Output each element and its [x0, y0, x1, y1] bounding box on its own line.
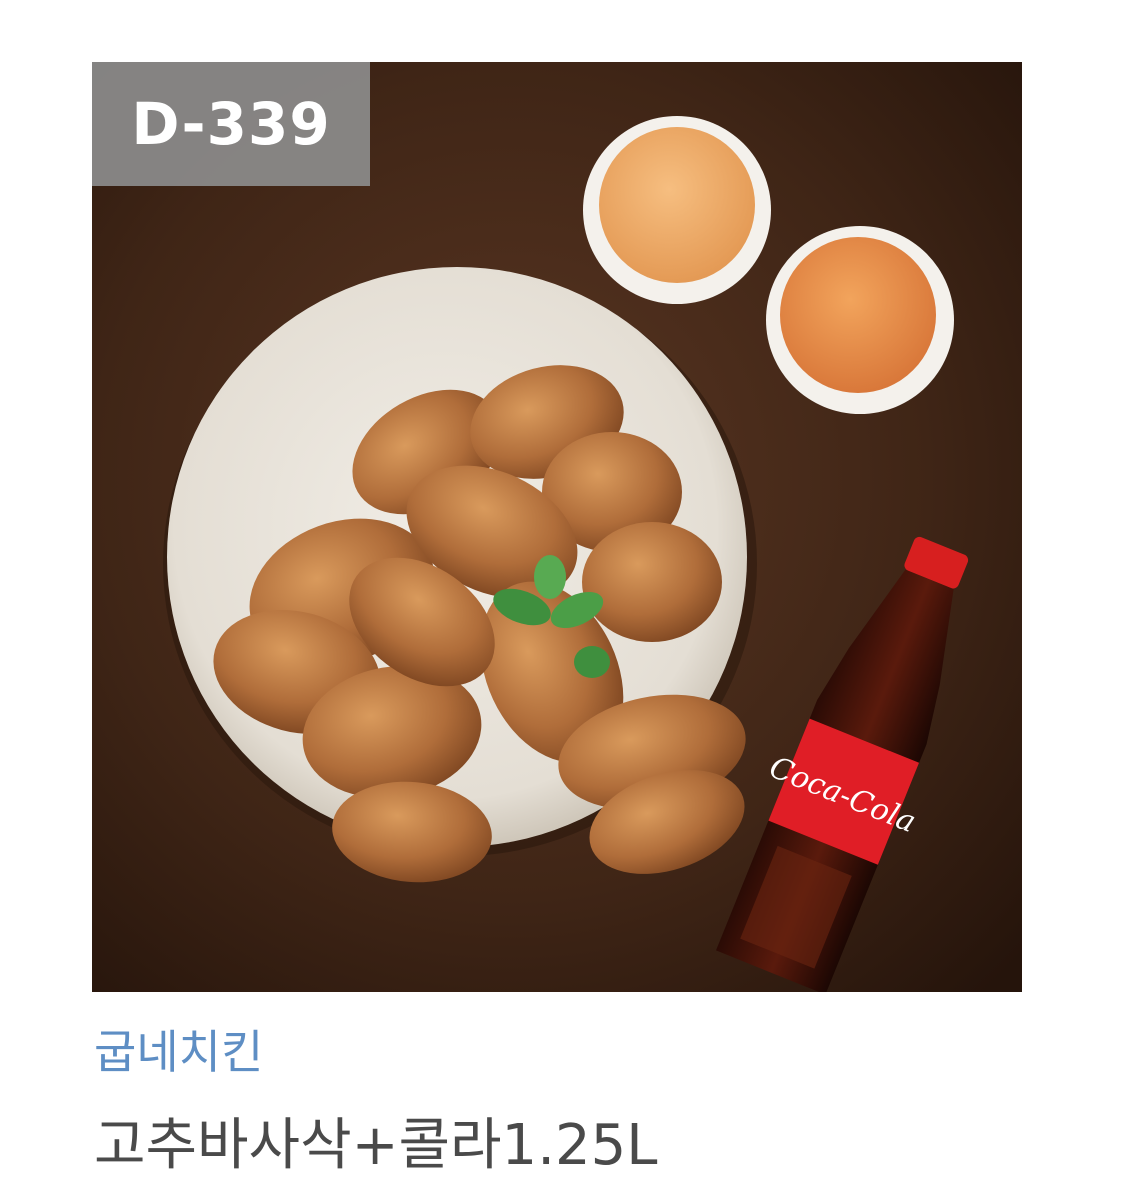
dday-badge: D-339 — [92, 62, 370, 186]
gifticon-card[interactable]: Coca-Cola D-339 굽네치킨 고추바사삭+콜라1.25L — [0, 0, 1140, 1200]
sauce-cup-1 — [583, 116, 771, 304]
product-name: 고추바사삭+콜라1.25L — [94, 1113, 658, 1178]
product-image[interactable]: Coca-Cola D-339 — [92, 62, 1022, 992]
sauce-cup-2 — [766, 226, 954, 414]
brand-name: 굽네치킨 — [94, 1025, 264, 1079]
food-photo: Coca-Cola — [92, 62, 1022, 992]
